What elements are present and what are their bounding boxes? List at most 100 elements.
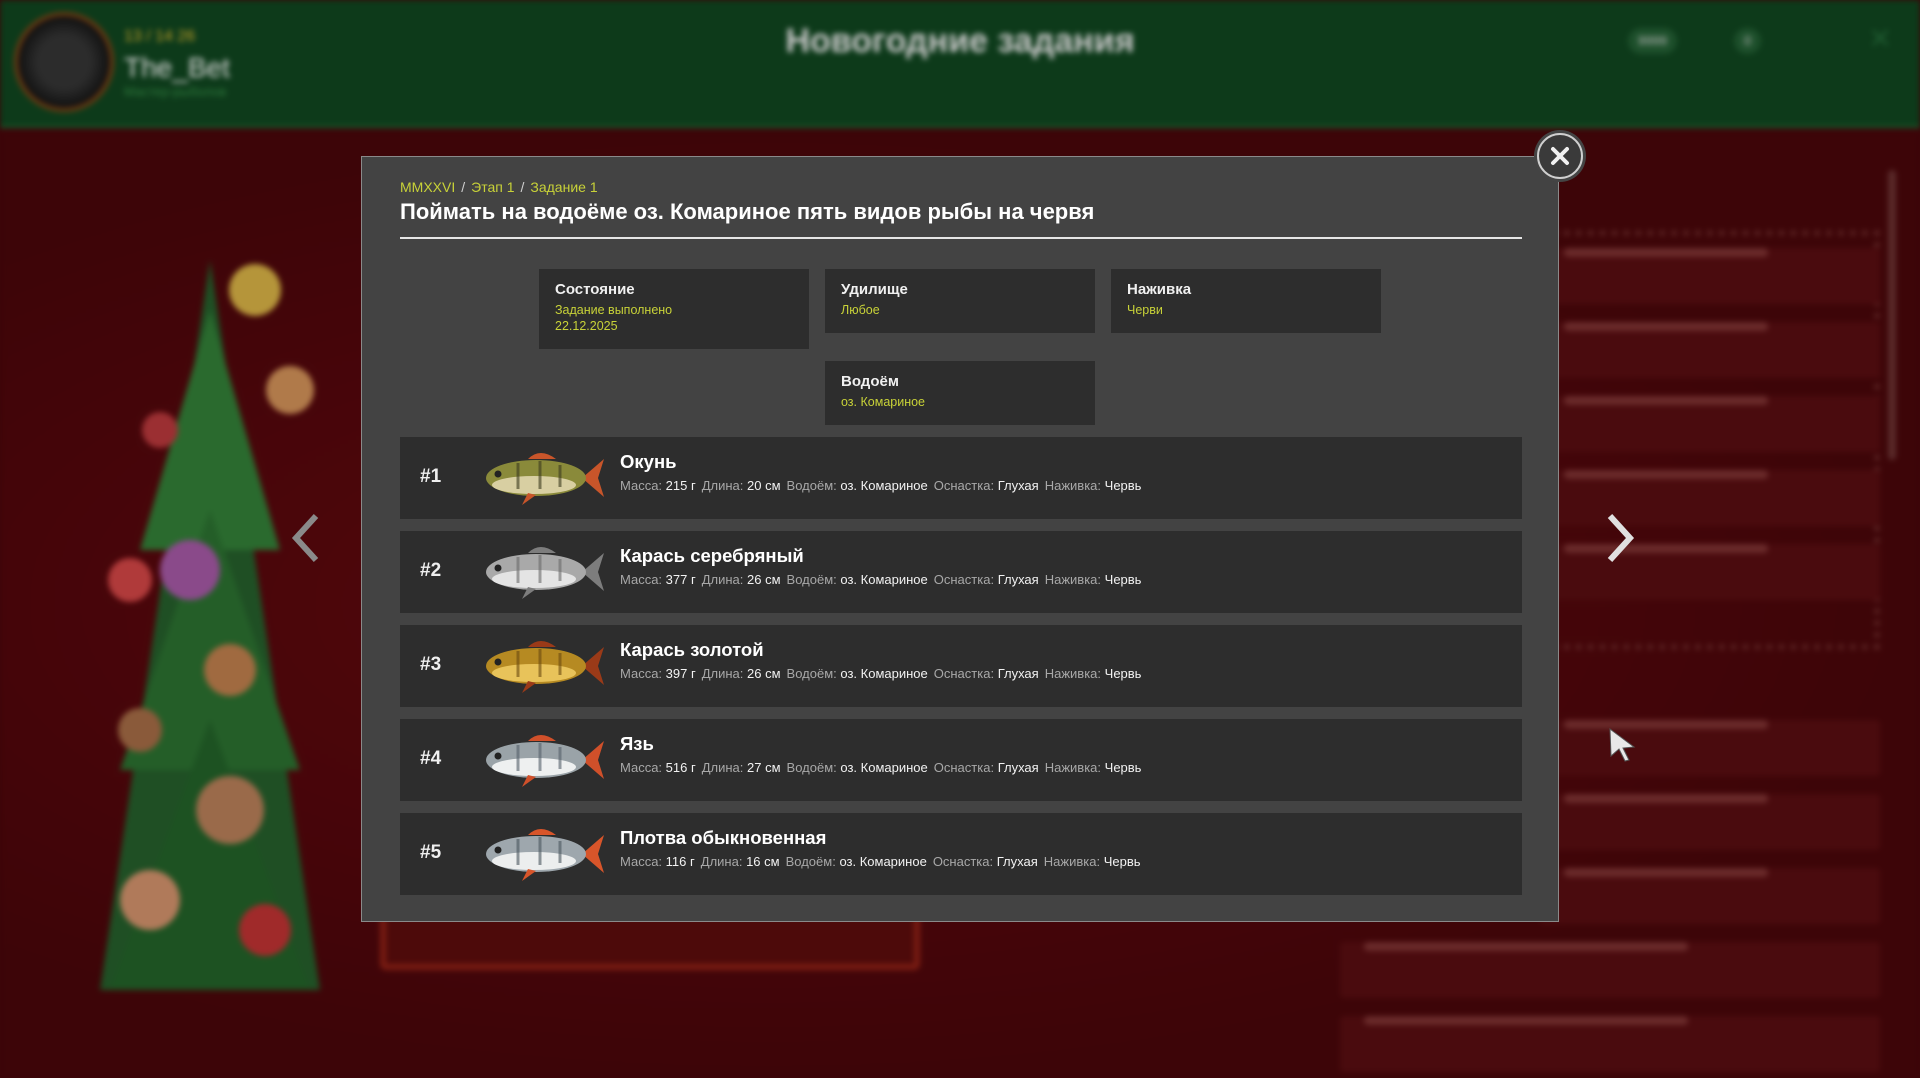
christmas-tree-decoration	[100, 260, 320, 990]
fish-stats: Масса: 215 г Длина: 20 см Водоём: оз. Кома…	[620, 478, 1147, 493]
water-label: Водоём:	[786, 666, 837, 681]
water-label: Водоём:	[786, 478, 837, 493]
water-value: оз. Комариное	[840, 666, 928, 681]
water-value: оз. Комариное	[840, 572, 928, 587]
length-label: Длина:	[701, 572, 744, 587]
fish-stats: Масса: 116 г Длина: 16 см Водоём: оз. Кома…	[620, 854, 1147, 869]
fish-rank: #2	[420, 560, 442, 581]
tackle-label: Оснастка:	[933, 478, 995, 493]
tackle-label: Оснастка:	[933, 666, 995, 681]
water-value: оз. Комариное	[840, 478, 928, 493]
length-label: Длина:	[701, 760, 744, 775]
info-state-date: 22.12.2025	[555, 319, 618, 333]
tackle-label: Оснастка:	[933, 572, 995, 587]
fish-row[interactable]: #3 Карась золотой Масса: 397 г Длина: 26 см…	[400, 625, 1522, 707]
fish-image	[486, 829, 604, 881]
fish-name: Карась золотой	[620, 639, 764, 660]
breadcrumb-item-stage[interactable]: Этап 1	[471, 179, 514, 195]
tackle-value: Глухая	[997, 572, 1039, 587]
info-state-label: Состояние	[555, 281, 635, 298]
bait-label: Наживка:	[1044, 572, 1102, 587]
bait-value: Червь	[1104, 760, 1142, 775]
mass-value: 397 г	[665, 666, 696, 681]
length-label: Длина:	[700, 854, 743, 869]
info-rod-label: Удилище	[841, 281, 908, 298]
length-value: 27 см	[747, 760, 781, 775]
water-label: Водоём:	[786, 572, 837, 587]
tackle-label: Оснастка:	[933, 760, 995, 775]
length-label: Длина:	[701, 478, 744, 493]
fish-rank: #3	[420, 654, 442, 675]
info-bait: Наживка Черви	[1111, 269, 1381, 333]
tackle-value: Глухая	[996, 854, 1038, 869]
bait-label: Наживка:	[1044, 478, 1102, 493]
bait-value: Червь	[1104, 478, 1142, 493]
fish-name: Карась серебряный	[620, 545, 804, 566]
breadcrumb-separator: /	[461, 179, 466, 195]
fish-rank: #5	[420, 842, 442, 863]
fish-rank: #4	[420, 748, 442, 769]
fish-name: Окунь	[620, 451, 677, 472]
fish-image	[486, 547, 604, 599]
mass-value: 116 г	[665, 854, 695, 869]
bait-label: Наживка:	[1043, 854, 1101, 869]
water-label: Водоём:	[785, 854, 836, 869]
fish-name: Язь	[620, 733, 654, 754]
info-water: Водоём оз. Комариное	[825, 361, 1095, 425]
breadcrumb-separator: /	[520, 179, 525, 195]
player-subtitle: Мастер-рыболов	[124, 84, 227, 99]
mass-value: 377 г	[665, 572, 696, 587]
task-title: Поймать на водоёме оз. Комариное пять ви…	[400, 199, 1095, 224]
background-scrollbar	[1888, 170, 1896, 460]
length-value: 26 см	[747, 666, 781, 681]
currency-badge: 9999	[1628, 28, 1677, 54]
info-water-label: Водоём	[841, 373, 899, 390]
water-value: оз. Комариное	[840, 760, 928, 775]
breadcrumb-item-year[interactable]: MMXXVI	[400, 179, 455, 195]
info-rod: Удилище Любое	[825, 269, 1095, 333]
fish-row[interactable]: #2 Карась серебряный Масса: 377 г Длина: 26…	[400, 531, 1522, 613]
mouse-cursor-icon	[1609, 727, 1636, 762]
title-divider	[400, 237, 1522, 239]
info-state: Состояние Задание выполнено 22.12.2025	[539, 269, 809, 349]
breadcrumb: MMXXVI / Этап 1 / Задание 1	[400, 179, 598, 195]
mass-label: Масса:	[620, 760, 663, 775]
fish-row[interactable]: #4 Язь Масса: 516 г Длина: 27 см Водоём: оз.…	[400, 719, 1522, 801]
length-value: 16 см	[746, 854, 780, 869]
bait-value: Червь	[1103, 854, 1141, 869]
bait-value: Червь	[1104, 666, 1142, 681]
mass-label: Масса:	[620, 572, 663, 587]
fish-image	[486, 453, 604, 505]
water-label: Водоём:	[786, 760, 837, 775]
length-label: Длина:	[701, 666, 744, 681]
close-button[interactable]	[1537, 133, 1583, 179]
fish-image	[486, 735, 604, 787]
bait-label: Наживка:	[1044, 760, 1102, 775]
bait-label: Наживка:	[1044, 666, 1102, 681]
fish-image	[486, 641, 604, 693]
close-icon	[1551, 147, 1569, 165]
tackle-value: Глухая	[997, 478, 1039, 493]
mass-label: Масса:	[620, 478, 663, 493]
prev-arrow-button[interactable]	[288, 510, 328, 566]
fish-row[interactable]: #1 Окунь Масса: 215 г Длина: 20 см Водоём: о…	[400, 437, 1522, 519]
fish-name: Плотва обыкновенная	[620, 827, 827, 848]
breadcrumb-item-task[interactable]: Задание 1	[530, 179, 597, 195]
fish-row[interactable]: #5 Плотва обыкновенная Масса: 116 г Длина: …	[400, 813, 1522, 895]
chevron-left-icon	[291, 513, 319, 563]
next-arrow-button[interactable]	[1600, 510, 1640, 566]
mass-value: 516 г	[665, 760, 696, 775]
gold-badge: 0	[1734, 28, 1762, 54]
info-water-value: оз. Комариное	[841, 395, 926, 409]
chevron-right-icon	[1607, 513, 1635, 563]
fish-rank: #1	[420, 466, 442, 487]
water-value: оз. Комариное	[839, 854, 927, 869]
tackle-value: Глухая	[997, 760, 1039, 775]
task-dialog: MMXXVI / Этап 1 / Задание 1 Поймать на в…	[361, 156, 1559, 922]
fish-stats: Масса: 397 г Длина: 26 см Водоём: оз. Кома…	[620, 666, 1147, 681]
info-rod-value: Любое	[841, 303, 880, 317]
length-value: 26 см	[747, 572, 781, 587]
mass-label: Масса:	[620, 666, 663, 681]
info-state-value: Задание выполнено	[555, 303, 673, 317]
info-bait-value: Черви	[1127, 303, 1163, 317]
